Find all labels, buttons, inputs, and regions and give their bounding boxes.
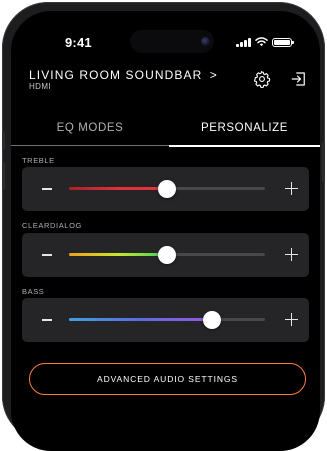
phone-side-button [2, 162, 5, 190]
device-name-label: LIVING ROOM SOUNDBAR [29, 68, 203, 82]
bass-slider-fill [69, 318, 213, 321]
cleardialog-slider-fill [69, 253, 167, 256]
tab-personalize[interactable]: PERSONALIZE [169, 119, 320, 147]
status-time: 9:41 [65, 35, 92, 50]
bass-label: BASS [22, 287, 45, 296]
phone-side-button [2, 132, 5, 150]
tab-bar: EQ MODES PERSONALIZE [11, 119, 320, 147]
cleardialog-plus-button[interactable] [284, 247, 299, 262]
treble-slider-fill [69, 187, 167, 190]
phone-side-button [322, 142, 325, 182]
bass-slider-card [22, 298, 309, 342]
device-name[interactable]: LIVING ROOM SOUNDBAR > [29, 68, 218, 82]
advanced-audio-settings-button[interactable]: ADVANCED AUDIO SETTINGS [29, 363, 306, 395]
cleardialog-minus-button[interactable] [42, 254, 52, 256]
status-icons [236, 35, 294, 49]
treble-label: TREBLE [22, 156, 55, 165]
gear-icon[interactable] [251, 68, 273, 90]
treble-slider-card [22, 167, 309, 211]
treble-minus-button[interactable] [42, 188, 52, 190]
tab-eq-modes[interactable]: EQ MODES [11, 119, 169, 146]
bass-slider-track[interactable] [69, 318, 265, 321]
camera-icon [201, 37, 210, 46]
battery-icon [271, 37, 294, 47]
phone-screen: 9:41 LIVING ROOM SOUNDBAR > HDMI EQ MODE… [11, 11, 320, 451]
cleardialog-slider-thumb[interactable] [158, 246, 176, 264]
phone-frame: 9:41 LIVING ROOM SOUNDBAR > HDMI EQ MODE… [2, 2, 325, 451]
signal-icon [236, 37, 251, 47]
bass-slider-thumb[interactable] [203, 311, 222, 329]
cleardialog-slider-card [22, 233, 309, 277]
treble-plus-button[interactable] [284, 181, 299, 196]
bass-plus-button[interactable] [284, 312, 299, 327]
wifi-icon [254, 37, 268, 47]
treble-slider-thumb[interactable] [158, 180, 176, 198]
chevron-right-icon: > [209, 68, 218, 82]
device-source: HDMI [29, 82, 52, 91]
exit-icon[interactable] [288, 68, 310, 90]
bass-minus-button[interactable] [42, 319, 52, 321]
cleardialog-label: CLEARDIALOG [22, 221, 82, 230]
